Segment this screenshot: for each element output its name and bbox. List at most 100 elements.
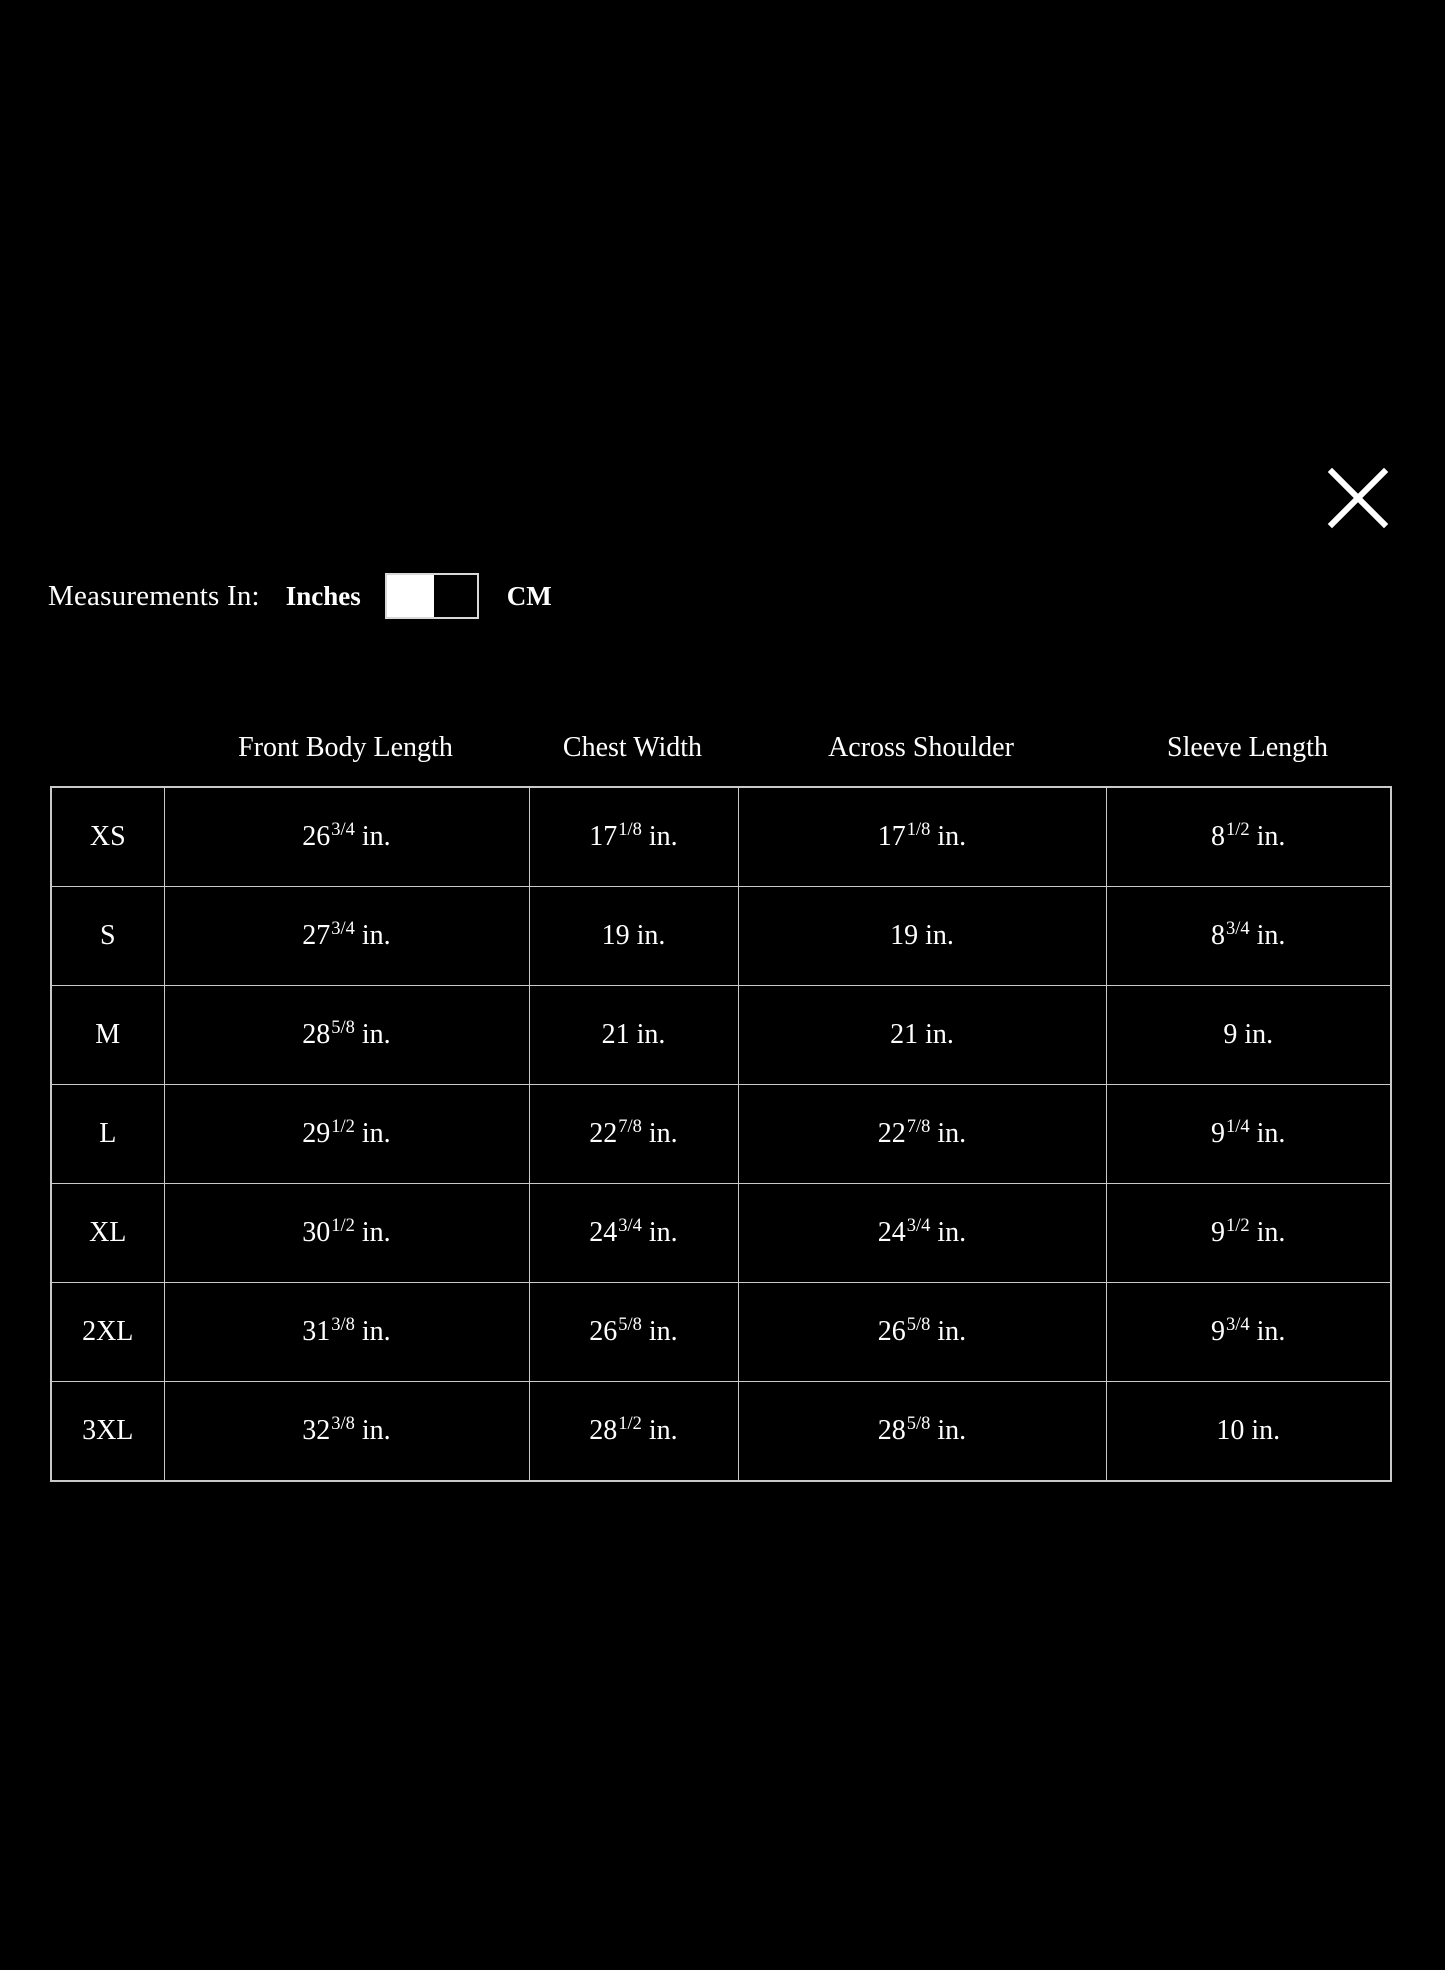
measurement-cell: 243/4 in. bbox=[528, 1183, 739, 1283]
measurement-value: 323/8 in. bbox=[302, 1413, 391, 1446]
measurement-whole: 9 bbox=[1211, 1316, 1226, 1347]
measurement-cell: 83/4 in. bbox=[1105, 886, 1392, 986]
size-chart-column-headers: Front Body Length Chest Width Across Sho… bbox=[50, 710, 1390, 786]
measurement-fraction: 1/8 bbox=[618, 818, 642, 839]
size-measurements-table: XS 263/4 in. 171/8 in. 171/8 in. 81/2 in. S 273/4 i… bbox=[50, 786, 1392, 1482]
measurement-unit: in. bbox=[648, 1415, 678, 1446]
measurement-cell: 91/4 in. bbox=[1105, 1084, 1392, 1184]
measurement-value: 81/2 in. bbox=[1211, 819, 1286, 852]
measurement-value: 285/8 in. bbox=[878, 1413, 967, 1446]
measurement-value: 171/8 in. bbox=[589, 818, 677, 852]
size-measurements-table-body: XS 263/4 in. 171/8 in. 171/8 in. 81/2 in. S 273/4 i… bbox=[50, 786, 1392, 1482]
measurement-unit: in. bbox=[361, 1217, 391, 1248]
measurement-whole: 10 bbox=[1216, 1415, 1245, 1446]
table-row: M 285/8 in. 21 in. 21 in. 9 in. bbox=[50, 985, 1392, 1085]
measurement-unit: in. bbox=[636, 1019, 666, 1050]
measurement-whole: 9 bbox=[1223, 1019, 1238, 1050]
measurement-unit: in. bbox=[1256, 821, 1286, 852]
measurement-cell: 291/2 in. bbox=[163, 1084, 530, 1184]
measurement-unit: in. bbox=[361, 1019, 391, 1050]
measurement-whole: 19 bbox=[890, 920, 919, 951]
unit-toggle-knob bbox=[386, 575, 434, 617]
measurement-fraction: 3/4 bbox=[1226, 917, 1250, 938]
measurement-cell: 171/8 in. bbox=[528, 786, 739, 887]
unit-option-inches-label[interactable]: Inches bbox=[286, 581, 361, 612]
measurement-unit: in. bbox=[937, 1415, 967, 1446]
measurement-cell: 265/8 in. bbox=[528, 1282, 739, 1382]
measurement-fraction: 5/8 bbox=[906, 1313, 931, 1334]
measurement-fraction: 3/4 bbox=[331, 917, 355, 938]
measurement-cell: 301/2 in. bbox=[163, 1183, 530, 1283]
measurement-value: 273/4 in. bbox=[302, 917, 390, 951]
measurement-whole: 22 bbox=[877, 1118, 906, 1149]
unit-toggle-switch[interactable] bbox=[384, 573, 479, 619]
column-header-front-body-length: Front Body Length bbox=[238, 732, 453, 763]
unit-option-cm-label[interactable]: CM bbox=[507, 581, 552, 612]
measurement-whole: 22 bbox=[589, 1118, 618, 1149]
measurement-unit: in. bbox=[1244, 1019, 1274, 1050]
measurement-cell: 171/8 in. bbox=[737, 786, 1107, 887]
measurement-unit: in. bbox=[1256, 920, 1286, 951]
measurement-whole: 8 bbox=[1211, 920, 1226, 951]
measurement-cell: 21 in. bbox=[528, 985, 739, 1085]
measurement-value: 281/2 in. bbox=[589, 1413, 678, 1446]
measurement-value: 171/8 in. bbox=[877, 818, 967, 852]
table-row: XS 263/4 in. 171/8 in. 171/8 in. 81/2 in. bbox=[50, 786, 1392, 887]
measurement-whole: 24 bbox=[589, 1217, 618, 1248]
measurement-whole: 9 bbox=[1211, 1118, 1226, 1149]
measurement-fraction: 1/8 bbox=[906, 818, 931, 839]
measurement-cell: 265/8 in. bbox=[737, 1282, 1107, 1382]
measurement-value: 285/8 in. bbox=[302, 1016, 391, 1050]
measurement-cell: 9 in. bbox=[1105, 985, 1392, 1085]
measurement-whole: 28 bbox=[302, 1019, 331, 1050]
measurement-value: 227/8 in. bbox=[877, 1115, 967, 1149]
measurement-unit: in. bbox=[361, 1415, 391, 1446]
measurement-fraction: 3/4 bbox=[906, 1214, 931, 1235]
measurement-unit: in. bbox=[1256, 1217, 1286, 1248]
measurement-fraction: 7/8 bbox=[906, 1115, 931, 1136]
measurement-value: 21 in. bbox=[602, 1019, 666, 1050]
table-row: XL 301/2 in. 243/4 in. 243/4 in. 91/2 in. bbox=[50, 1183, 1392, 1283]
measurement-cell: 91/2 in. bbox=[1105, 1183, 1392, 1283]
measurement-value: 91/2 in. bbox=[1211, 1214, 1286, 1248]
measurement-unit: in. bbox=[937, 1118, 967, 1149]
measurement-units-row: Measurements In: Inches CM bbox=[48, 573, 552, 619]
measurement-value: 19 in. bbox=[890, 920, 954, 951]
measurement-whole: 9 bbox=[1211, 1217, 1226, 1248]
column-header-sleeve-length: Sleeve Length bbox=[1167, 732, 1328, 763]
measurement-unit: in. bbox=[648, 1118, 678, 1149]
measurement-units-label: Measurements In: bbox=[48, 579, 260, 612]
table-row: L 291/2 in. 227/8 in. 227/8 in. 91/4 in. bbox=[50, 1084, 1392, 1184]
measurement-cell: 81/2 in. bbox=[1105, 786, 1392, 887]
measurement-cell: 227/8 in. bbox=[528, 1084, 739, 1184]
size-label-cell: S bbox=[50, 886, 165, 986]
measurement-cell: 19 in. bbox=[737, 886, 1107, 986]
measurement-unit: in. bbox=[937, 821, 967, 852]
table-row: 3XL 323/8 in. 281/2 in. 285/8 in. 10 in. bbox=[50, 1381, 1392, 1482]
size-label-cell: 3XL bbox=[50, 1381, 165, 1482]
measurement-fraction: 1/4 bbox=[1226, 1115, 1250, 1136]
measurement-cell: 21 in. bbox=[737, 985, 1107, 1085]
measurement-fraction: 5/8 bbox=[331, 1016, 355, 1037]
close-button[interactable] bbox=[1326, 466, 1390, 530]
measurement-value: 265/8 in. bbox=[589, 1314, 677, 1347]
measurement-whole: 30 bbox=[302, 1217, 331, 1248]
measurement-fraction: 1/2 bbox=[1226, 1214, 1250, 1235]
measurement-whole: 26 bbox=[877, 1316, 906, 1347]
size-label-cell: XS bbox=[50, 786, 165, 887]
measurement-fraction: 3/4 bbox=[618, 1214, 642, 1235]
measurement-value: 263/4 in. bbox=[302, 819, 390, 852]
measurement-value: 313/8 in. bbox=[302, 1314, 390, 1347]
measurement-value: 83/4 in. bbox=[1211, 917, 1286, 951]
measurement-value: 19 in. bbox=[602, 920, 666, 951]
measurement-cell: 243/4 in. bbox=[737, 1183, 1107, 1283]
measurement-unit: in. bbox=[937, 1217, 967, 1248]
measurement-value: 21 in. bbox=[890, 1019, 954, 1050]
table-row: S 273/4 in. 19 in. 19 in. 83/4 in. bbox=[50, 886, 1392, 986]
size-label-cell: L bbox=[50, 1084, 165, 1184]
column-header-chest-width: Chest Width bbox=[562, 732, 703, 763]
measurement-whole: 21 bbox=[890, 1019, 919, 1050]
measurement-cell: 263/4 in. bbox=[163, 786, 530, 887]
measurement-whole: 17 bbox=[877, 821, 906, 852]
measurement-value: 291/2 in. bbox=[302, 1116, 390, 1149]
